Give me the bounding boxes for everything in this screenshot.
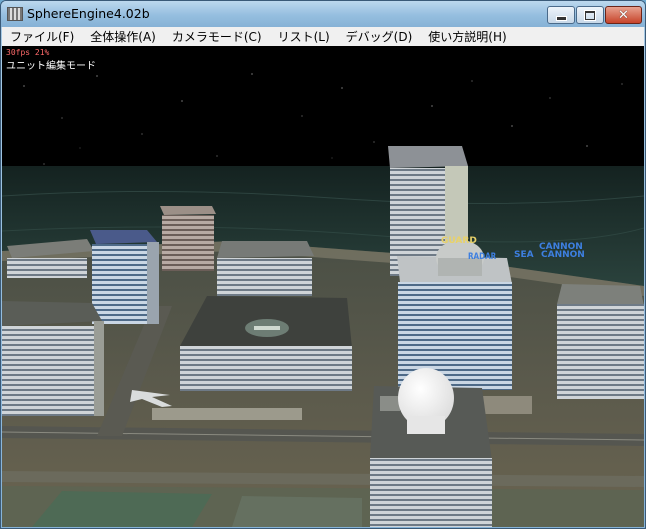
building-mid-back xyxy=(217,241,314,296)
fps-readout: 30fps 21% xyxy=(6,48,50,57)
menu-list[interactable]: リスト(L) xyxy=(270,28,338,45)
unit-label-radar[interactable]: RADAR xyxy=(468,252,496,262)
menu-debug[interactable]: デバッグ(D) xyxy=(338,28,421,45)
menu-camera-mode[interactable]: カメラモード(C) xyxy=(164,28,270,45)
3d-viewport[interactable]: GUARD RADAR SEA CANNON CANNON 30fps 21% … xyxy=(2,46,644,527)
maximize-icon xyxy=(585,10,595,20)
menu-help[interactable]: 使い方説明(H) xyxy=(420,28,514,45)
building-brown-tower xyxy=(160,206,216,271)
mode-indicator: ユニット編集モード xyxy=(6,61,96,72)
menu-global-operations[interactable]: 全体操作(A) xyxy=(82,28,164,45)
close-button[interactable]: ✕ xyxy=(605,6,642,24)
building-blue-top xyxy=(90,230,159,324)
window-title: SphereEngine4.02b xyxy=(27,6,150,21)
building-center-helipad xyxy=(180,296,352,391)
minimize-button[interactable] xyxy=(547,6,575,24)
app-window: SphereEngine4.02b ✕ ファイル(F) 全体操作(A) カメラモ… xyxy=(0,0,646,529)
menu-file[interactable]: ファイル(F) xyxy=(2,28,82,45)
close-icon: ✕ xyxy=(618,7,629,23)
title-bar[interactable]: SphereEngine4.02b ✕ xyxy=(1,1,645,27)
unit-label-cannon-2[interactable]: CANNON xyxy=(541,250,585,260)
menu-bar: ファイル(F) 全体操作(A) カメラモード(C) リスト(L) デバッグ(D)… xyxy=(2,27,644,47)
city-scene xyxy=(2,46,644,527)
building-right xyxy=(557,284,644,399)
building-left-front xyxy=(2,301,104,416)
building-radar-base xyxy=(397,240,512,390)
maximize-button[interactable] xyxy=(576,6,604,24)
unit-label-guard[interactable]: GUARD xyxy=(441,236,477,246)
unit-label-sea[interactable]: SEA xyxy=(514,250,534,260)
minimize-icon xyxy=(555,15,567,21)
app-icon xyxy=(7,7,23,21)
